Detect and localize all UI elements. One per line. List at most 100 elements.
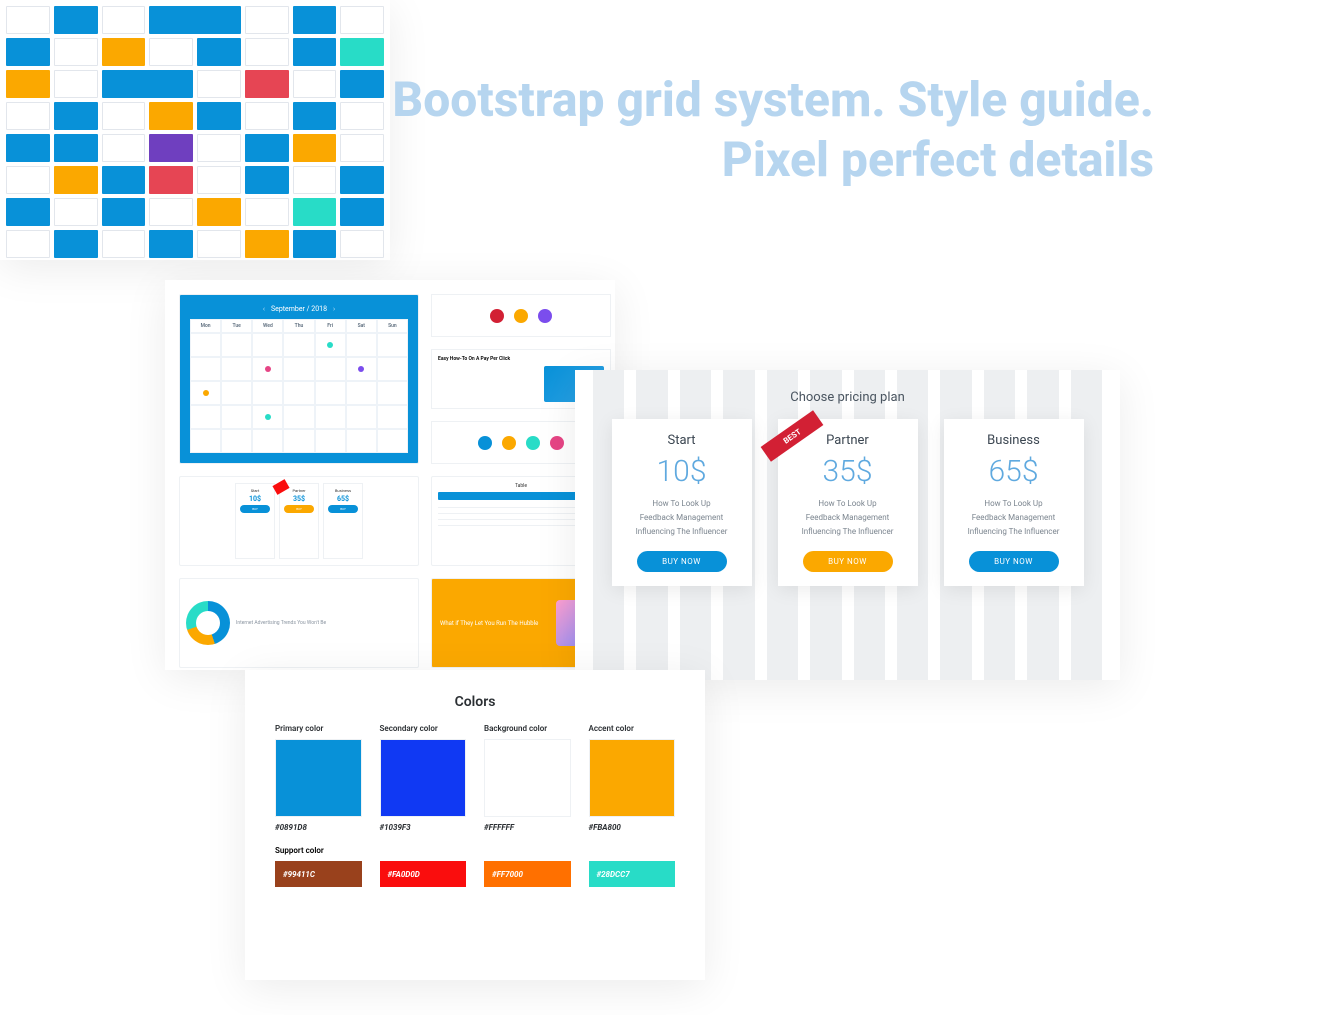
template-thumb[interactable] [149,166,193,194]
swatch-hex: #FFFFFF [484,823,571,832]
template-thumb[interactable] [54,198,98,226]
calendar-day[interactable] [221,333,252,357]
calendar-day[interactable] [252,381,283,405]
calendar-day[interactable] [377,405,408,429]
template-thumb[interactable] [102,198,146,226]
support-swatch: #28DCC7 [589,861,676,887]
buy-now-button[interactable]: BUY NOW [969,551,1059,572]
calendar-day[interactable] [346,429,377,453]
best-ribbon-icon [272,479,289,495]
plan-price: 65$ [954,454,1074,489]
calendar-day[interactable] [221,429,252,453]
calendar-day[interactable] [252,429,283,453]
plan-feature: Feedback Management [622,513,742,522]
template-thumb[interactable] [54,102,98,130]
calendar-day[interactable] [315,381,346,405]
plan-name: Start [622,433,742,448]
template-thumb[interactable] [149,102,193,130]
template-thumb[interactable] [293,6,337,34]
template-thumb[interactable] [245,198,289,226]
calendar-day[interactable] [377,381,408,405]
template-thumb[interactable] [340,230,384,258]
calendar-day[interactable] [190,357,221,381]
calendar-day[interactable] [346,405,377,429]
template-thumb[interactable] [102,166,146,194]
template-thumb[interactable] [102,38,146,66]
template-thumb[interactable] [102,134,146,162]
calendar-day[interactable] [377,357,408,381]
calendar-day[interactable] [346,357,377,381]
calendar-day[interactable] [377,429,408,453]
template-thumb[interactable] [54,38,98,66]
template-thumb[interactable] [197,38,241,66]
template-thumb[interactable] [54,134,98,162]
template-thumb[interactable] [6,166,50,194]
calendar-day[interactable] [252,405,283,429]
template-thumb[interactable] [6,198,50,226]
template-thumb[interactable] [340,198,384,226]
swatch-hex: #0891D8 [275,823,362,832]
template-thumb[interactable] [149,134,193,162]
template-thumb[interactable] [293,38,337,66]
calendar-day[interactable] [221,357,252,381]
calendar-day[interactable] [252,333,283,357]
template-thumb[interactable] [197,198,241,226]
swatch-background: Background color #FFFFFF [484,724,571,832]
template-thumb[interactable] [54,230,98,258]
calendar-day[interactable] [221,405,252,429]
avatar-icon [502,436,516,450]
calendar-day[interactable] [346,381,377,405]
calendar-day[interactable] [283,405,314,429]
mini-buy-button[interactable]: BUY [328,505,358,513]
calendar-day[interactable] [315,405,346,429]
calendar-day[interactable] [283,429,314,453]
template-thumb[interactable] [340,6,384,34]
template-thumb[interactable] [197,230,241,258]
template-thumb[interactable] [6,230,50,258]
template-thumb[interactable] [6,70,50,98]
template-thumb[interactable] [6,38,50,66]
calendar-day[interactable] [190,405,221,429]
calendar-day[interactable] [190,333,221,357]
calendar-day[interactable] [377,333,408,357]
calendar-next-icon[interactable]: › [333,305,335,313]
template-thumb[interactable] [102,230,146,258]
template-thumb[interactable] [245,38,289,66]
template-thumb[interactable] [293,198,337,226]
calendar-day[interactable] [252,357,283,381]
calendar-day[interactable] [315,333,346,357]
template-thumb[interactable] [54,6,98,34]
calendar-day[interactable] [190,429,221,453]
template-thumb[interactable] [149,38,193,66]
template-thumb[interactable] [245,230,289,258]
template-thumb[interactable] [245,6,289,34]
calendar-prev-icon[interactable]: ‹ [263,305,265,313]
calendar-day[interactable] [190,381,221,405]
calendar-day[interactable] [283,381,314,405]
template-thumb[interactable] [293,230,337,258]
calendar-day[interactable] [283,357,314,381]
avatar-icon [526,436,540,450]
template-thumb[interactable] [6,134,50,162]
template-thumb[interactable] [149,230,193,258]
template-thumb[interactable] [54,70,98,98]
template-thumb[interactable] [149,6,241,34]
template-thumb[interactable] [54,166,98,194]
template-thumb[interactable] [6,6,50,34]
buy-now-button[interactable]: BUY NOW [637,551,727,572]
template-thumb[interactable] [102,102,146,130]
mini-buy-button[interactable]: BUY [240,505,270,513]
calendar-day[interactable] [346,333,377,357]
mini-buy-button[interactable]: BUY [284,505,314,513]
buy-now-button[interactable]: BUY NOW [803,551,893,572]
template-thumb[interactable] [149,198,193,226]
support-color-label: Support color [275,846,675,855]
calendar-day[interactable] [221,381,252,405]
template-thumb[interactable] [340,38,384,66]
template-thumb[interactable] [6,102,50,130]
calendar-day[interactable] [315,429,346,453]
calendar-day[interactable] [283,333,314,357]
template-thumb[interactable] [102,70,194,98]
calendar-day[interactable] [315,357,346,381]
template-thumb[interactable] [102,6,146,34]
